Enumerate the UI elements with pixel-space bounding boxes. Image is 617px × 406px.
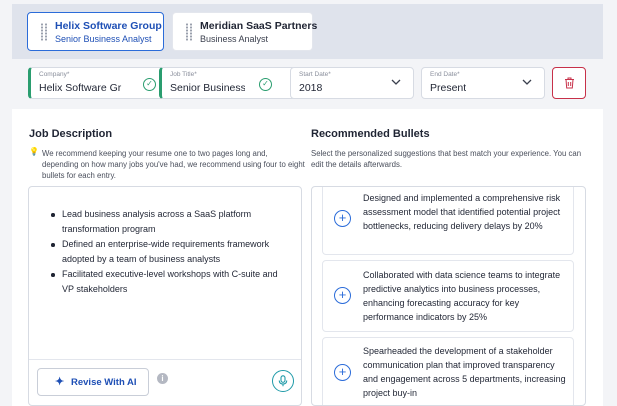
start-date-select[interactable]: Start Date* 2018 xyxy=(290,67,414,99)
recommended-bullets-hint: Select the personalized suggestions that… xyxy=(311,149,582,169)
editor-toolbar: ✦ Revise With AI i xyxy=(29,359,301,406)
resume-experience-editor: Helix Software Group Senior Business Ana… xyxy=(0,0,617,406)
revise-with-ai-label: Revise With AI xyxy=(71,377,137,388)
drag-handle-icon[interactable] xyxy=(40,23,48,41)
check-circle-icon: ✓ xyxy=(259,78,272,91)
job-description-editor[interactable]: Lead business analysis across a SaaS pla… xyxy=(28,186,302,406)
end-date-select[interactable]: End Date* Present xyxy=(421,67,545,99)
company-field[interactable]: Company* Helix Software Gr ✓ xyxy=(28,67,166,99)
start-date-value: 2018 xyxy=(299,82,323,94)
end-date-label: End Date* xyxy=(430,71,460,78)
recommended-bullet-card[interactable]: + Spearheaded the development of a stake… xyxy=(322,337,574,405)
job-description-tip: We recommend keeping your resume one to … xyxy=(42,149,305,180)
plus-circle-icon[interactable]: + xyxy=(334,210,351,227)
microphone-icon xyxy=(278,375,288,387)
job-details-form: Company* Helix Software Gr ✓ Job Title* … xyxy=(12,59,603,109)
job-tab-role: Business Analyst xyxy=(200,34,269,44)
delete-job-button[interactable] xyxy=(552,67,586,99)
start-date-label: Start Date* xyxy=(299,71,331,78)
drag-handle-icon[interactable] xyxy=(185,23,193,41)
info-icon[interactable]: i xyxy=(157,373,168,384)
trash-icon xyxy=(565,77,574,89)
chevron-down-icon xyxy=(391,79,401,85)
bullet-item[interactable]: Lead business analysis across a SaaS pla… xyxy=(50,207,290,237)
recommended-bullet-card[interactable]: + Designed and implemented a comprehensi… xyxy=(322,187,574,255)
recommended-bullet-text: Designed and implemented a comprehensive… xyxy=(363,193,561,231)
bullet-item[interactable]: Defined an enterprise-wide requirements … xyxy=(50,237,290,267)
revise-with-ai-button[interactable]: ✦ Revise With AI xyxy=(37,368,149,396)
job-description-heading: Job Description xyxy=(29,128,113,140)
plus-circle-icon[interactable]: + xyxy=(334,287,351,304)
bullet-item[interactable]: Facilitated executive-level workshops wi… xyxy=(50,267,290,297)
job-tab-1[interactable]: Helix Software Group Senior Business Ana… xyxy=(27,12,164,51)
voice-input-button[interactable] xyxy=(272,370,294,392)
recommended-bullet-text: Spearheaded the development of a stakeho… xyxy=(363,346,566,398)
recommended-bullet-text: Collaborated with data science teams to … xyxy=(363,270,561,322)
job-tab-role: Senior Business Analyst xyxy=(55,34,152,44)
job-tab-company: Meridian SaaS Partners xyxy=(200,20,318,32)
recommended-bullets-heading: Recommended Bullets xyxy=(311,128,430,140)
plus-circle-icon[interactable]: + xyxy=(334,364,351,381)
sparkle-icon: ✦ xyxy=(55,376,65,388)
recommended-bullets-list[interactable]: + Designed and implemented a comprehensi… xyxy=(311,186,586,406)
job-title-value: Senior Business A xyxy=(170,82,245,94)
company-label: Company* xyxy=(39,71,70,78)
job-tab-2[interactable]: Meridian SaaS Partners Business Analyst xyxy=(172,12,318,51)
bullet-list: Lead business analysis across a SaaS pla… xyxy=(50,207,290,297)
check-circle-icon: ✓ xyxy=(143,78,156,91)
job-title-label: Job Title* xyxy=(170,71,197,78)
recommended-bullet-card[interactable]: + Collaborated with data science teams t… xyxy=(322,260,574,332)
company-value: Helix Software Gr xyxy=(39,82,122,94)
job-title-field[interactable]: Job Title* Senior Business A ✓ xyxy=(159,67,296,99)
end-date-value: Present xyxy=(430,82,467,94)
chevron-down-icon xyxy=(522,79,532,85)
job-tab-company: Helix Software Group xyxy=(55,20,162,32)
